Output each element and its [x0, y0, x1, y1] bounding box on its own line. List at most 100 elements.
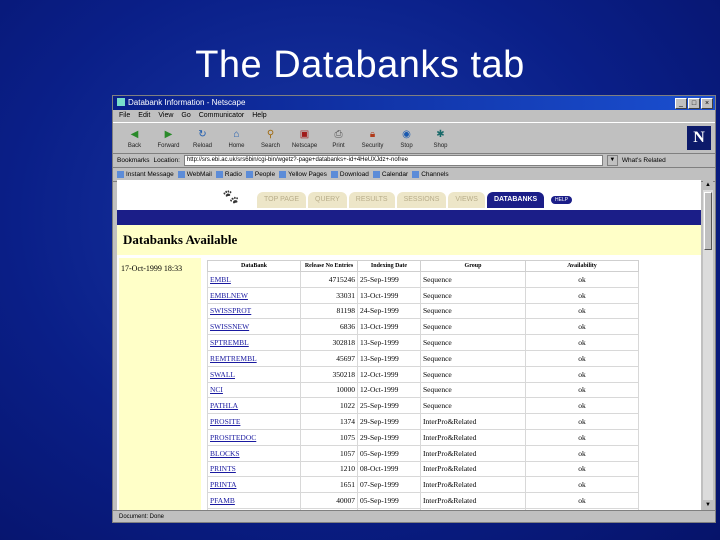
group-cell: Sequence: [420, 318, 526, 336]
forward-arrow-icon: ▶: [164, 128, 173, 140]
bookmarks-button[interactable]: Bookmarks: [117, 157, 150, 164]
menu-view[interactable]: View: [158, 110, 173, 122]
security-lock-icon: 🔒︎: [369, 128, 376, 140]
security-button[interactable]: 🔒︎ Security: [357, 128, 388, 149]
table-row: PRINTS 1210 08-Oct-1999 InterPro&Related ok: [207, 460, 639, 478]
home-icon: ⌂: [233, 128, 240, 140]
tab-databanks[interactable]: DATABANKS: [486, 192, 545, 208]
table-row: PRINTA 1651 07-Sep-1999 InterPro&Related ok: [207, 476, 639, 494]
forward-label: Forward: [157, 142, 180, 149]
link-icon: [412, 171, 420, 178]
date-cell: 13-Sep-1999: [357, 349, 421, 367]
help-button[interactable]: HELP: [551, 196, 573, 204]
group-cell: Sequence: [420, 302, 526, 320]
maximize-button[interactable]: □: [688, 98, 700, 109]
availability-cell: ok: [525, 334, 639, 351]
menu-help[interactable]: Help: [252, 110, 266, 122]
close-button[interactable]: ×: [701, 98, 713, 109]
tab-query[interactable]: QUERY: [308, 192, 347, 208]
databank-link[interactable]: PROSITEDOC: [207, 428, 301, 446]
whats-related-button[interactable]: What's Related: [622, 157, 666, 164]
databank-link[interactable]: EMBL: [207, 271, 301, 288]
link-icon: [279, 171, 287, 178]
link-webmail[interactable]: WebMail: [177, 171, 212, 178]
table-row: SWALL 350218 12-Oct-1999 Sequence ok: [207, 365, 639, 383]
date-cell: 29-Sep-1999: [357, 413, 421, 430]
link-radio[interactable]: Radio: [215, 171, 242, 178]
location-input[interactable]: http://srs.ebi.ac.uk/srs6bin/cgi-bin/wge…: [183, 155, 603, 166]
browser-window: Databank Information - Netscape _ □ × Fi…: [112, 95, 716, 523]
databank-link[interactable]: PFAMB: [207, 492, 301, 509]
entries-cell: 1022: [300, 397, 358, 415]
tab-top-page[interactable]: TOP PAGE: [257, 192, 307, 208]
menu-go[interactable]: Go: [181, 110, 190, 122]
table-row: REMTREMBL 45697 13-Sep-1999 Sequence ok: [207, 349, 639, 367]
date-cell: 25-Sep-1999: [357, 397, 421, 415]
col-databank: DataBank: [207, 260, 301, 272]
shop-button[interactable]: ✱ Shop: [425, 128, 456, 149]
databank-link[interactable]: SPTREMBL: [207, 334, 301, 351]
link-instant-message[interactable]: Instant Message: [117, 171, 174, 178]
scroll-up-icon[interactable]: ▲: [703, 180, 713, 190]
vertical-scrollbar[interactable]: ▲ ▼: [703, 180, 713, 510]
databank-link[interactable]: PATHLA: [207, 397, 301, 415]
databank-link[interactable]: BLOCKS: [207, 444, 301, 462]
entries-cell: 1075: [300, 428, 358, 446]
stop-button[interactable]: ◉ Stop: [391, 128, 422, 149]
table-row: PROSITEDOC 1075 29-Sep-1999 InterPro&Relate…: [207, 428, 639, 446]
location-dropdown-icon[interactable]: ▼: [606, 155, 618, 166]
menu-edit[interactable]: Edit: [138, 110, 150, 122]
group-cell: Sequence: [420, 271, 526, 288]
databank-link[interactable]: EMBLNEW: [207, 286, 301, 304]
shop-icon: ✱: [436, 128, 445, 140]
shop-label: Shop: [433, 142, 448, 149]
print-button[interactable]: ⎙ Print: [323, 128, 354, 149]
window-titlebar[interactable]: Databank Information - Netscape _ □ ×: [113, 96, 715, 110]
databank-link[interactable]: SWISSNEW: [207, 318, 301, 336]
databank-link[interactable]: PRINTA: [207, 476, 301, 494]
netscape-button[interactable]: ▣ Netscape: [289, 128, 320, 149]
availability-cell: ok: [525, 397, 639, 415]
reload-button[interactable]: ↻ Reload: [187, 128, 218, 149]
entries-cell: 40007: [300, 492, 358, 509]
home-button[interactable]: ⌂ Home: [221, 128, 252, 149]
databank-link[interactable]: SWALL: [207, 365, 301, 383]
link-download[interactable]: Download: [330, 171, 369, 178]
link-channels[interactable]: Channels: [412, 171, 449, 178]
link-icon: [245, 171, 253, 178]
link-people[interactable]: People: [245, 171, 275, 178]
forward-button[interactable]: ▶ Forward: [153, 128, 184, 149]
search-button[interactable]: ⚲ Search: [255, 128, 286, 149]
databank-link[interactable]: REMTREMBL: [207, 349, 301, 367]
printer-icon: ⎙: [334, 128, 343, 140]
entries-cell: 33031: [300, 286, 358, 304]
scroll-down-icon[interactable]: ▼: [703, 500, 713, 510]
databank-link[interactable]: SWISSPROT: [207, 302, 301, 320]
table-row: PFAMB 40007 05-Sep-1999 InterPro&Related ok: [207, 492, 639, 509]
back-button[interactable]: ◀ Back: [119, 128, 150, 149]
menu-bar: File Edit View Go Communicator Help: [113, 110, 715, 122]
databank-link[interactable]: PROSITE: [207, 413, 301, 430]
tab-views[interactable]: VIEWS: [448, 192, 485, 208]
entries-cell: 1374: [300, 413, 358, 430]
scroll-thumb[interactable]: [704, 192, 712, 250]
status-bar: Document: Done: [113, 510, 715, 522]
minimize-button[interactable]: _: [675, 98, 687, 109]
databank-link[interactable]: PRINTS: [207, 460, 301, 478]
tab-sessions[interactable]: SESSIONS: [396, 192, 447, 208]
availability-cell: ok: [525, 286, 639, 304]
availability-cell: ok: [525, 349, 639, 367]
link-yellow-pages[interactable]: Yellow Pages: [279, 171, 327, 178]
availability-cell: ok: [525, 302, 639, 320]
tab-results[interactable]: RESULTS: [348, 192, 395, 208]
availability-cell: ok: [525, 444, 639, 462]
table-row: SPTREMBL 302818 13-Sep-1999 Sequence ok: [207, 334, 639, 351]
databank-link[interactable]: NCI: [207, 381, 301, 399]
entries-cell: 1210: [300, 460, 358, 478]
menu-communicator[interactable]: Communicator: [199, 110, 245, 122]
print-label: Print: [332, 142, 345, 149]
link-calendar[interactable]: Calendar: [372, 171, 408, 178]
srs-tab-bar: TOP PAGE QUERY RESULTS SESSIONS VIEWS DA…: [257, 192, 545, 208]
menu-file[interactable]: File: [119, 110, 130, 122]
availability-cell: ok: [525, 381, 639, 399]
